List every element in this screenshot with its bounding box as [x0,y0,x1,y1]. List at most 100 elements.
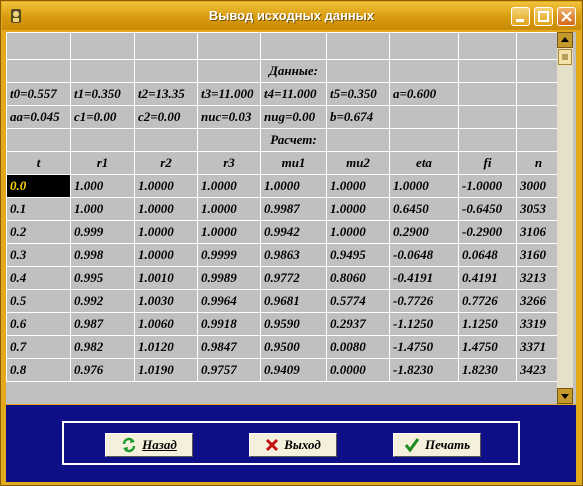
scroll-down-button[interactable] [557,388,573,404]
table-cell[interactable]: 0.9772 [260,266,327,290]
table-cell[interactable]: 0.9847 [197,335,261,359]
table-cell[interactable]: 1.0190 [134,358,198,382]
table-cell[interactable]: 0.6 [6,312,71,336]
grid-cell[interactable] [197,59,261,83]
table-cell[interactable]: -1.8230 [389,358,459,382]
table-cell[interactable]: 0.0080 [326,335,390,359]
grid-cell[interactable] [6,59,71,83]
column-header[interactable]: n [516,151,561,175]
grid-cell[interactable] [458,82,517,106]
column-header[interactable]: r2 [134,151,198,175]
table-cell[interactable]: 0.982 [70,335,135,359]
table-cell[interactable]: 0.9409 [260,358,327,382]
grid-cell[interactable] [326,32,390,60]
table-cell[interactable]: 1.0000 [197,197,261,221]
table-cell[interactable]: 0.0648 [458,243,517,267]
param-cell[interactable]: t2=13.35 [134,82,198,106]
table-cell[interactable]: 0.9999 [197,243,261,267]
grid-cell[interactable] [260,32,327,60]
table-cell[interactable]: 0.2 [6,220,71,244]
table-cell[interactable]: 0.9590 [260,312,327,336]
table-cell[interactable]: 1.0060 [134,312,198,336]
table-cell[interactable]: 0.976 [70,358,135,382]
table-cell[interactable]: 0.9500 [260,335,327,359]
table-cell[interactable]: 1.0120 [134,335,198,359]
param-cell[interactable]: aa=0.045 [6,105,71,129]
table-cell[interactable]: 3160 [516,243,561,267]
table-cell[interactable]: 3106 [516,220,561,244]
table-cell[interactable]: 0.999 [70,220,135,244]
back-button[interactable]: Назад [105,433,193,457]
calc-title[interactable]: Расчет: [260,128,327,152]
table-cell[interactable]: -0.6450 [458,197,517,221]
table-cell[interactable]: 0.998 [70,243,135,267]
table-cell[interactable]: 0.0000 [326,358,390,382]
grid-cell[interactable] [458,128,517,152]
table-cell[interactable]: 0.5774 [326,289,390,313]
grid-cell[interactable] [516,105,561,129]
param-cell[interactable]: nug=0.00 [260,105,327,129]
table-cell[interactable]: 0.5 [6,289,71,313]
param-cell[interactable]: t0=0.557 [6,82,71,106]
grid-cell[interactable] [70,32,135,60]
table-cell[interactable]: 0.2900 [389,220,459,244]
table-cell[interactable]: 0.7726 [458,289,517,313]
grid-cell[interactable] [70,128,135,152]
param-cell[interactable]: t4=11.000 [260,82,327,106]
table-cell[interactable]: 0.9989 [197,266,261,290]
column-header[interactable]: fi [458,151,517,175]
grid-cell[interactable] [326,128,390,152]
table-cell[interactable]: 0.9942 [260,220,327,244]
scroll-up-button[interactable] [557,32,573,48]
grid-cell[interactable] [458,32,517,60]
grid-cell[interactable] [516,82,561,106]
grid-cell[interactable] [134,32,198,60]
print-button[interactable]: Печать [393,433,481,457]
table-cell[interactable]: 1.0000 [326,197,390,221]
param-cell[interactable]: nuc=0.03 [197,105,261,129]
table-cell[interactable]: 3213 [516,266,561,290]
table-cell[interactable]: 1.0030 [134,289,198,313]
table-cell[interactable]: 3371 [516,335,561,359]
grid-cell[interactable] [134,59,198,83]
column-header[interactable]: mu1 [260,151,327,175]
grid-cell[interactable] [197,128,261,152]
table-cell[interactable]: 0.995 [70,266,135,290]
grid-cell[interactable] [389,59,459,83]
table-cell[interactable]: -0.7726 [389,289,459,313]
table-cell[interactable]: 1.0000 [389,174,459,198]
data-grid[interactable]: Данные: t0=0.557 t1=0.350 t2=13.35 t3=11… [6,32,576,404]
table-cell[interactable]: 1.000 [70,197,135,221]
table-cell[interactable]: 0.9495 [326,243,390,267]
vertical-scrollbar[interactable] [557,32,573,404]
column-header[interactable]: mu2 [326,151,390,175]
table-cell[interactable]: 0.9863 [260,243,327,267]
column-header[interactable]: r1 [70,151,135,175]
grid-cell[interactable] [458,105,517,129]
params-title[interactable]: Данные: [260,59,327,83]
minimize-button[interactable] [511,7,530,26]
table-cell[interactable]: 0.987 [70,312,135,336]
maximize-button[interactable] [534,7,553,26]
column-header[interactable]: eta [389,151,459,175]
column-header[interactable]: t [6,151,71,175]
table-cell[interactable]: 0.3 [6,243,71,267]
table-cell[interactable]: 1.8230 [458,358,517,382]
table-cell[interactable]: 0.1 [6,197,71,221]
close-button[interactable] [557,7,576,26]
table-cell[interactable]: 0.6450 [389,197,459,221]
table-cell[interactable]: 0.4191 [458,266,517,290]
param-cell[interactable]: t5=0.350 [326,82,390,106]
param-cell[interactable]: t3=11.000 [197,82,261,106]
grid-cell[interactable] [516,32,561,60]
table-cell[interactable]: 1.0000 [134,174,198,198]
table-cell[interactable]: 3266 [516,289,561,313]
table-cell[interactable]: -0.4191 [389,266,459,290]
column-header[interactable]: r3 [197,151,261,175]
table-cell[interactable]: -0.0648 [389,243,459,267]
grid-cell[interactable] [326,59,390,83]
table-cell[interactable]: 1.0000 [134,220,198,244]
grid-cell[interactable] [134,128,198,152]
grid-cell[interactable] [6,128,71,152]
table-cell[interactable]: 3000 [516,174,561,198]
